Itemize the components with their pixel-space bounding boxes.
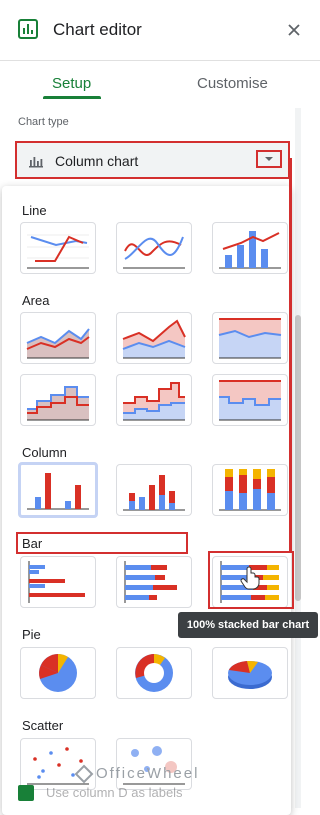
100-stacked-area-chart-thumbnail xyxy=(218,318,282,359)
chart-option-stacked-bar[interactable] xyxy=(116,556,192,608)
labels-option-text: Use column D as labels xyxy=(46,785,183,800)
chart-option-area[interactable] xyxy=(20,312,96,364)
tab-customise[interactable]: Customise xyxy=(197,75,268,92)
panel-title: Chart editor xyxy=(53,20,142,39)
tab-setup[interactable]: Setup xyxy=(52,75,91,92)
scrollbar-thumb[interactable] xyxy=(295,315,301,601)
chart-option-stacked-stepped-area[interactable] xyxy=(116,374,192,426)
100-stacked-bar-highlight xyxy=(208,551,294,609)
sheets-chart-icon xyxy=(18,19,38,39)
chart-option-smooth-line[interactable] xyxy=(116,222,192,274)
stacked-stepped-area-chart-thumbnail xyxy=(123,382,185,421)
dropdown-arrow-highlight[interactable] xyxy=(256,150,282,168)
stacked-area-chart-thumbnail xyxy=(122,319,186,359)
3d-pie-chart-thumbnail xyxy=(228,660,272,689)
chart-option-stacked-column[interactable] xyxy=(116,464,192,516)
section-scatter-title: Scatter xyxy=(22,718,64,733)
close-icon[interactable] xyxy=(283,19,305,41)
chart-option-stepped-area[interactable] xyxy=(20,374,96,426)
bar-section-highlight xyxy=(16,532,188,554)
chart-option-3d-pie[interactable] xyxy=(212,647,288,699)
section-column-title: Column xyxy=(22,445,67,460)
chart-option-bubble[interactable] xyxy=(116,738,192,790)
donut-chart-thumbnail xyxy=(135,654,173,692)
chart-type-dropdown: Line Area Column Bar Pie Scatter xyxy=(2,186,291,815)
stepped-area-chart-thumbnail xyxy=(27,386,89,421)
chart-option-combo[interactable] xyxy=(212,222,288,274)
chart-option-column-selected[interactable] xyxy=(18,462,98,518)
line-chart-thumbnail xyxy=(27,234,89,269)
chart-option-bar[interactable] xyxy=(20,556,96,608)
watermark-logo-icon xyxy=(74,764,94,784)
smooth-line-chart-thumbnail xyxy=(123,236,185,269)
chart-option-100-stacked-area[interactable] xyxy=(212,312,288,364)
chart-option-100-stacked-stepped-area[interactable] xyxy=(212,374,288,426)
chart-type-value: Column chart xyxy=(55,153,139,169)
100-stacked-stepped-area-chart-thumbnail xyxy=(219,380,281,421)
chart-option-100-stacked-column[interactable] xyxy=(212,464,288,516)
chart-option-line[interactable] xyxy=(20,222,96,274)
100-stacked-column-chart-thumbnail xyxy=(219,469,281,511)
tab-bar: Setup Customise xyxy=(0,61,320,106)
stacked-bar-chart-thumbnail xyxy=(124,561,177,603)
column-chart-icon xyxy=(29,157,43,168)
bar-chart-thumbnail xyxy=(28,561,85,603)
active-tab-indicator xyxy=(43,96,101,99)
annotation-connector-line xyxy=(289,158,292,552)
caret-down-icon xyxy=(265,157,273,161)
editor-header: Chart editor xyxy=(0,0,320,61)
combo-chart-thumbnail xyxy=(219,231,281,269)
section-pie-title: Pie xyxy=(22,627,41,642)
section-area-title: Area xyxy=(22,293,50,308)
chart-option-donut[interactable] xyxy=(116,647,192,699)
area-chart-thumbnail xyxy=(26,328,90,359)
chart-type-label: Chart type xyxy=(18,116,69,128)
pie-chart-thumbnail xyxy=(39,654,77,692)
chart-option-pie[interactable] xyxy=(20,647,96,699)
watermark: OfficeWheel xyxy=(96,765,200,782)
section-line-title: Line xyxy=(22,203,47,218)
tooltip: 100% stacked bar chart xyxy=(178,612,318,638)
chart-option-stacked-area[interactable] xyxy=(116,312,192,364)
stacked-column-chart-thumbnail xyxy=(123,475,185,511)
chart-type-select[interactable]: Column chart xyxy=(15,141,290,179)
column-chart-thumbnail xyxy=(27,473,89,510)
checkbox-checked[interactable] xyxy=(18,785,34,801)
